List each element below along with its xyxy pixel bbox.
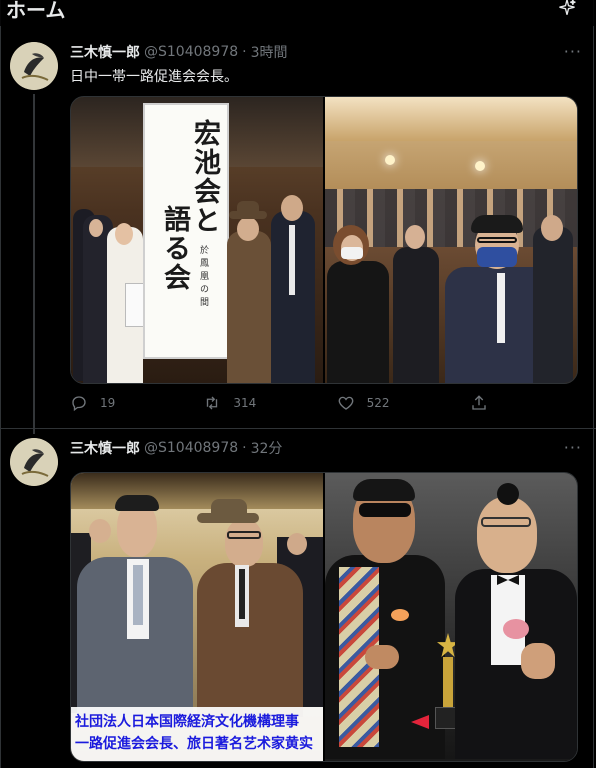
hand (365, 645, 399, 669)
person-face (89, 219, 103, 237)
photo-audience[interactable] (325, 97, 577, 383)
banner-text-main: 宏池会と (189, 119, 220, 235)
hand (521, 643, 555, 679)
more-options-icon[interactable]: ··· (564, 440, 582, 456)
more-options-icon[interactable]: ··· (564, 44, 582, 60)
chandelier-light (385, 155, 395, 165)
like-count: 522 (366, 396, 390, 410)
tie (133, 565, 143, 625)
tweet-text: 日中一帯一路促進会会長。 (70, 69, 238, 85)
reply-icon (72, 396, 86, 412)
shirt (497, 273, 505, 343)
person-face (237, 217, 259, 241)
tweet[interactable]: 三木慎一郎 @S10408978 · 3時間 ··· 日中一帯一路促進会会長。 … (0, 30, 596, 434)
author-name[interactable]: 三木慎一郎 (70, 42, 140, 62)
tweet-media[interactable]: 社団法人日本国際経済文化機構理事 一路促進会会長、旅日著名艺术家黄实 (70, 472, 578, 762)
ceiling (71, 473, 323, 509)
person-face (89, 519, 111, 543)
photo-two-men[interactable]: 社団法人日本国際経済文化機構理事 一路促進会会長、旅日著名艺术家黄实 (71, 473, 323, 761)
home-timeline: ホーム 三木慎一郎 @S10408978 · 3時間 ··· 日中一帯一路促進会… (0, 0, 596, 768)
tweet-header: 三木慎一郎 @S10408978 · 3時間 ··· (70, 42, 582, 62)
banner-text-main-2: 語る会 (159, 205, 190, 292)
thread-line (33, 94, 35, 434)
person-face (281, 195, 303, 221)
tweet-time[interactable]: 32分 (251, 438, 283, 458)
author-handle[interactable]: @S10408978 (144, 44, 238, 60)
pocket-flower (391, 609, 409, 621)
reply-button[interactable]: 19 (70, 394, 203, 412)
photo-caption: 社団法人日本国際経済文化機構理事 一路促進会会長、旅日著名艺术家黄实 (71, 707, 323, 761)
hair-bun (497, 483, 519, 505)
share-icon (472, 395, 486, 410)
tweet-actions: 19 314 522 (70, 394, 500, 412)
sparkle-icon[interactable] (556, 0, 578, 19)
reply-count: 19 (100, 396, 116, 410)
tweet[interactable]: 三木慎一郎 @S10408978 · 32分 ··· 社団法人日本国際経済文化機… (0, 430, 596, 768)
shirt (289, 225, 295, 295)
photo-award[interactable] (325, 473, 577, 761)
glasses (227, 531, 261, 539)
face-mask (341, 247, 363, 259)
sunglasses (359, 503, 411, 517)
hair (115, 495, 159, 511)
avatar[interactable] (10, 438, 58, 486)
heart-icon (338, 396, 353, 410)
hair (471, 215, 523, 233)
man-brown-suit (227, 231, 271, 383)
tie (239, 569, 245, 619)
avatar[interactable] (10, 42, 58, 90)
share-button[interactable] (470, 394, 500, 412)
face-mask (477, 247, 517, 267)
tweet-header: 三木慎一郎 @S10408978 · 32分 ··· (70, 438, 582, 458)
tweet-time[interactable]: 3時間 (251, 42, 288, 62)
hair (353, 479, 415, 501)
trophy-stem (443, 657, 453, 709)
like-button[interactable]: 522 (337, 394, 470, 412)
hat-crown (211, 499, 247, 517)
person-face (477, 497, 537, 573)
timeline-header: ホーム (0, 0, 596, 26)
retweet-button[interactable]: 314 (203, 394, 336, 412)
chandelier-light (475, 161, 485, 171)
woman-black-outfit (327, 261, 389, 383)
person-face (225, 519, 263, 567)
person-face (541, 215, 563, 241)
glasses (481, 517, 531, 527)
tweet-media[interactable]: 宏池会と 語る会 於鳳凰の間 (70, 96, 578, 384)
pink-flower (503, 619, 529, 639)
photo-banner-event[interactable]: 宏池会と 語る会 於鳳凰の間 (71, 97, 323, 383)
retweet-icon (207, 396, 218, 410)
man-brown-suit (197, 563, 303, 717)
person-face (115, 223, 133, 245)
person-face (287, 533, 307, 555)
person-face (405, 225, 425, 249)
ceiling (325, 97, 577, 141)
banner-text-sub: 於鳳凰の間 (198, 245, 208, 310)
person-silhouette (533, 227, 573, 383)
separator: · (242, 440, 247, 456)
hat-crown (237, 201, 259, 215)
retweet-count: 314 (233, 396, 257, 410)
caption-line-2: 一路促進会会長、旅日著名艺术家黄实 (75, 736, 313, 752)
event-banner: 宏池会と 語る会 於鳳凰の間 (143, 103, 229, 359)
author-name[interactable]: 三木慎一郎 (70, 438, 140, 458)
person-silhouette (393, 247, 439, 383)
caption-line-1: 社団法人日本国際経済文化機構理事 (75, 714, 299, 730)
page-title: ホーム (6, 0, 66, 22)
glasses (477, 237, 517, 243)
author-handle[interactable]: @S10408978 (144, 440, 238, 456)
separator: · (242, 44, 247, 60)
